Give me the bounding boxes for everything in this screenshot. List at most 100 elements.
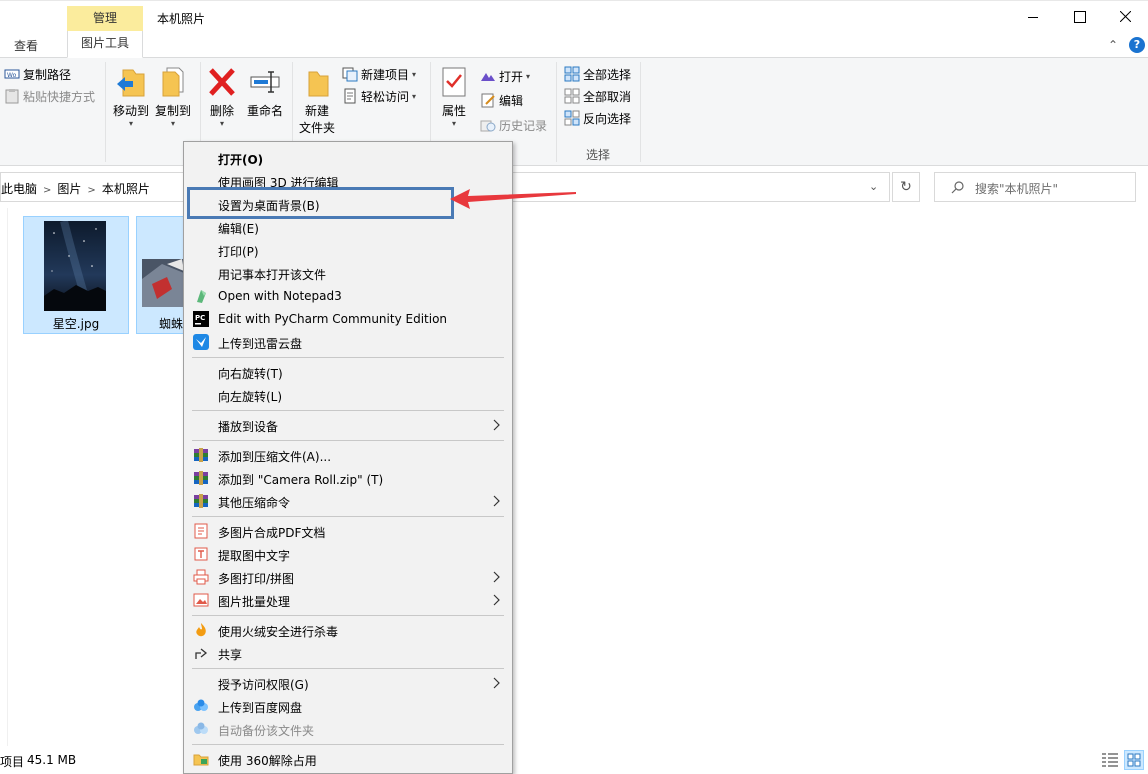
status-item-count: 项目 — [0, 755, 25, 769]
properties-label: 属性 — [441, 104, 466, 118]
select-group-label: 选择 — [586, 148, 611, 162]
menu-item-share[interactable]: 共享 — [184, 642, 512, 665]
tab-picture-tools[interactable]: 图片工具 — [67, 31, 143, 58]
search-input[interactable]: 搜索"本机照片" — [934, 172, 1136, 202]
xunlei-icon — [193, 334, 209, 350]
properties-button[interactable]: 属性 ▾ — [434, 64, 474, 128]
tab-manage[interactable]: 管理 — [67, 6, 143, 31]
menu-item-merge-pdf[interactable]: 多图片合成PDF文档 — [184, 520, 512, 543]
status-bar: 项目 45.1 MB — [0, 748, 1148, 774]
ribbon-separator — [105, 62, 106, 162]
breadcrumb-camera-roll[interactable]: 本机照片 — [102, 182, 150, 196]
copy-path-button[interactable]: Wo 复制路径 — [4, 64, 71, 84]
huorong-icon — [196, 623, 206, 637]
copy-to-label: 复制到 — [154, 104, 191, 118]
new-folder-label-2: 文件夹 — [298, 121, 335, 135]
starry-sky-thumbnail — [44, 221, 106, 311]
history-button[interactable]: 历史记录 — [480, 115, 547, 135]
image-batch-icon — [193, 593, 209, 607]
chevron-right-icon — [493, 594, 500, 606]
menu-item-open-notepad3[interactable]: Open with Notepad3 — [184, 285, 512, 308]
menu-item-label: 共享 — [218, 648, 243, 662]
menu-item-multi-print[interactable]: 多图打印/拼图 — [184, 566, 512, 589]
ribbon-separator — [640, 62, 641, 162]
file-item[interactable]: 蜘蛛 — [136, 216, 186, 334]
move-to-button[interactable]: 移动到 ▾ — [110, 64, 152, 128]
easy-access-label: 轻松访问 — [361, 89, 410, 104]
file-item[interactable]: 星空.jpg — [23, 216, 129, 334]
search-placeholder: 搜索"本机照片" — [975, 182, 1059, 196]
menu-item-label: 多图片合成PDF文档 — [218, 526, 326, 540]
chevron-down-icon: ▾ — [412, 69, 417, 79]
menu-separator — [192, 668, 504, 669]
breadcrumb-pictures[interactable]: 图片 — [57, 182, 81, 196]
chevron-right-icon — [493, 495, 500, 507]
open-button[interactable]: 打开 ▾ — [480, 66, 530, 86]
menu-item-rotate-right[interactable]: 向右旋转(T) — [184, 361, 512, 384]
properties-icon — [438, 64, 470, 100]
menu-item-label: Edit with PyCharm Community Edition — [218, 312, 448, 326]
copy-to-icon — [157, 64, 189, 100]
menu-item-label: Open with Notepad3 — [218, 289, 342, 303]
help-icon[interactable]: ? — [1129, 37, 1145, 53]
new-folder-button[interactable]: 新建 文件夹 — [296, 64, 338, 136]
address-history-dropdown[interactable]: ⌄ — [869, 180, 878, 193]
ocr-icon — [194, 547, 208, 561]
maximize-button[interactable] — [1056, 1, 1102, 33]
breadcrumb-this-pc[interactable]: 此电脑 — [1, 182, 37, 196]
menu-item-add-to-archive[interactable]: 添加到压缩文件(A)... — [184, 444, 512, 467]
menu-item-edit[interactable]: 编辑(E) — [184, 216, 512, 239]
select-none-button[interactable]: 全部取消 — [564, 86, 631, 106]
menu-item-upload-baidu[interactable]: 上传到百度网盘 — [184, 695, 512, 718]
edit-button[interactable]: 编辑 — [480, 90, 523, 110]
delete-button[interactable]: 删除 ▾ — [204, 64, 240, 128]
copy-to-button[interactable]: 复制到 ▾ — [152, 64, 194, 128]
new-item-button[interactable]: 新建项目 ▾ — [342, 64, 416, 84]
menu-item-batch-process[interactable]: 图片批量处理 — [184, 589, 512, 612]
menu-item-add-to-zip[interactable]: 添加到 "Camera Roll.zip" (T) — [184, 467, 512, 490]
delete-label: 删除 — [209, 104, 234, 118]
pdf-merge-icon — [194, 523, 208, 539]
menu-item-print[interactable]: 打印(P) — [184, 239, 512, 262]
chevron-right-icon[interactable]: > — [87, 185, 95, 196]
easy-access-button[interactable]: 轻松访问 ▾ — [342, 86, 416, 106]
new-folder-label-1: 新建 — [304, 104, 329, 118]
menu-item-label: 使用火绒安全进行杀毒 — [218, 625, 339, 639]
pycharm-icon: PC — [193, 311, 209, 327]
menu-item-grant-access[interactable]: 授予访问权限(G) — [184, 672, 512, 695]
refresh-button[interactable]: ↻ — [892, 172, 920, 202]
select-all-label: 全部选择 — [583, 67, 632, 82]
share-icon — [195, 648, 208, 659]
menu-item-360-unlock[interactable]: 使用 360解除占用 — [184, 748, 512, 771]
menu-item-upload-xunlei[interactable]: 上传到迅雷云盘 — [184, 331, 512, 354]
close-button[interactable] — [1102, 1, 1148, 33]
paste-shortcut-icon — [4, 88, 20, 104]
menu-item-open[interactable]: 打开(O) — [184, 147, 512, 170]
menu-item-edit-pycharm[interactable]: PC Edit with PyCharm Community Edition — [184, 308, 512, 331]
menu-item-label: 向左旋转(L) — [218, 390, 283, 404]
menu-item-cast-to-device[interactable]: 播放到设备 — [184, 414, 512, 437]
select-all-icon — [564, 66, 580, 82]
ribbon-tabs: 查看 图片工具 ⌃ ? — [0, 31, 1148, 58]
minimize-button[interactable] — [1010, 1, 1056, 33]
svg-text:Wo: Wo — [7, 72, 17, 79]
chevron-right-icon[interactable]: > — [43, 185, 51, 196]
select-all-button[interactable]: 全部选择 — [564, 64, 631, 84]
rename-button[interactable]: 重命名 — [243, 64, 287, 119]
menu-item-label: 图片批量处理 — [218, 595, 291, 609]
details-view-icon[interactable] — [1102, 753, 1118, 767]
menu-item-other-compress[interactable]: 其他压缩命令 — [184, 490, 512, 513]
tab-view[interactable]: 查看 — [14, 37, 38, 54]
menu-item-open-notepad[interactable]: 用记事本打开该文件 — [184, 262, 512, 285]
rename-icon — [249, 64, 281, 100]
menu-item-rotate-left[interactable]: 向左旋转(L) — [184, 384, 512, 407]
ribbon-collapse-icon[interactable]: ⌃ — [1108, 38, 1118, 52]
menu-item-auto-backup[interactable]: 自动备份该文件夹 — [184, 718, 512, 741]
invert-selection-button[interactable]: 反向选择 — [564, 108, 631, 128]
paste-shortcut-button[interactable]: 粘贴快捷方式 — [4, 86, 95, 106]
file-list[interactable]: 星空.jpg 蜘蛛 — [0, 208, 1148, 746]
winrar-icon — [194, 448, 208, 462]
menu-item-extract-text[interactable]: 提取图中文字 — [184, 543, 512, 566]
large-icons-view-icon[interactable] — [1124, 750, 1144, 770]
menu-item-huorong-scan[interactable]: 使用火绒安全进行杀毒 — [184, 619, 512, 642]
